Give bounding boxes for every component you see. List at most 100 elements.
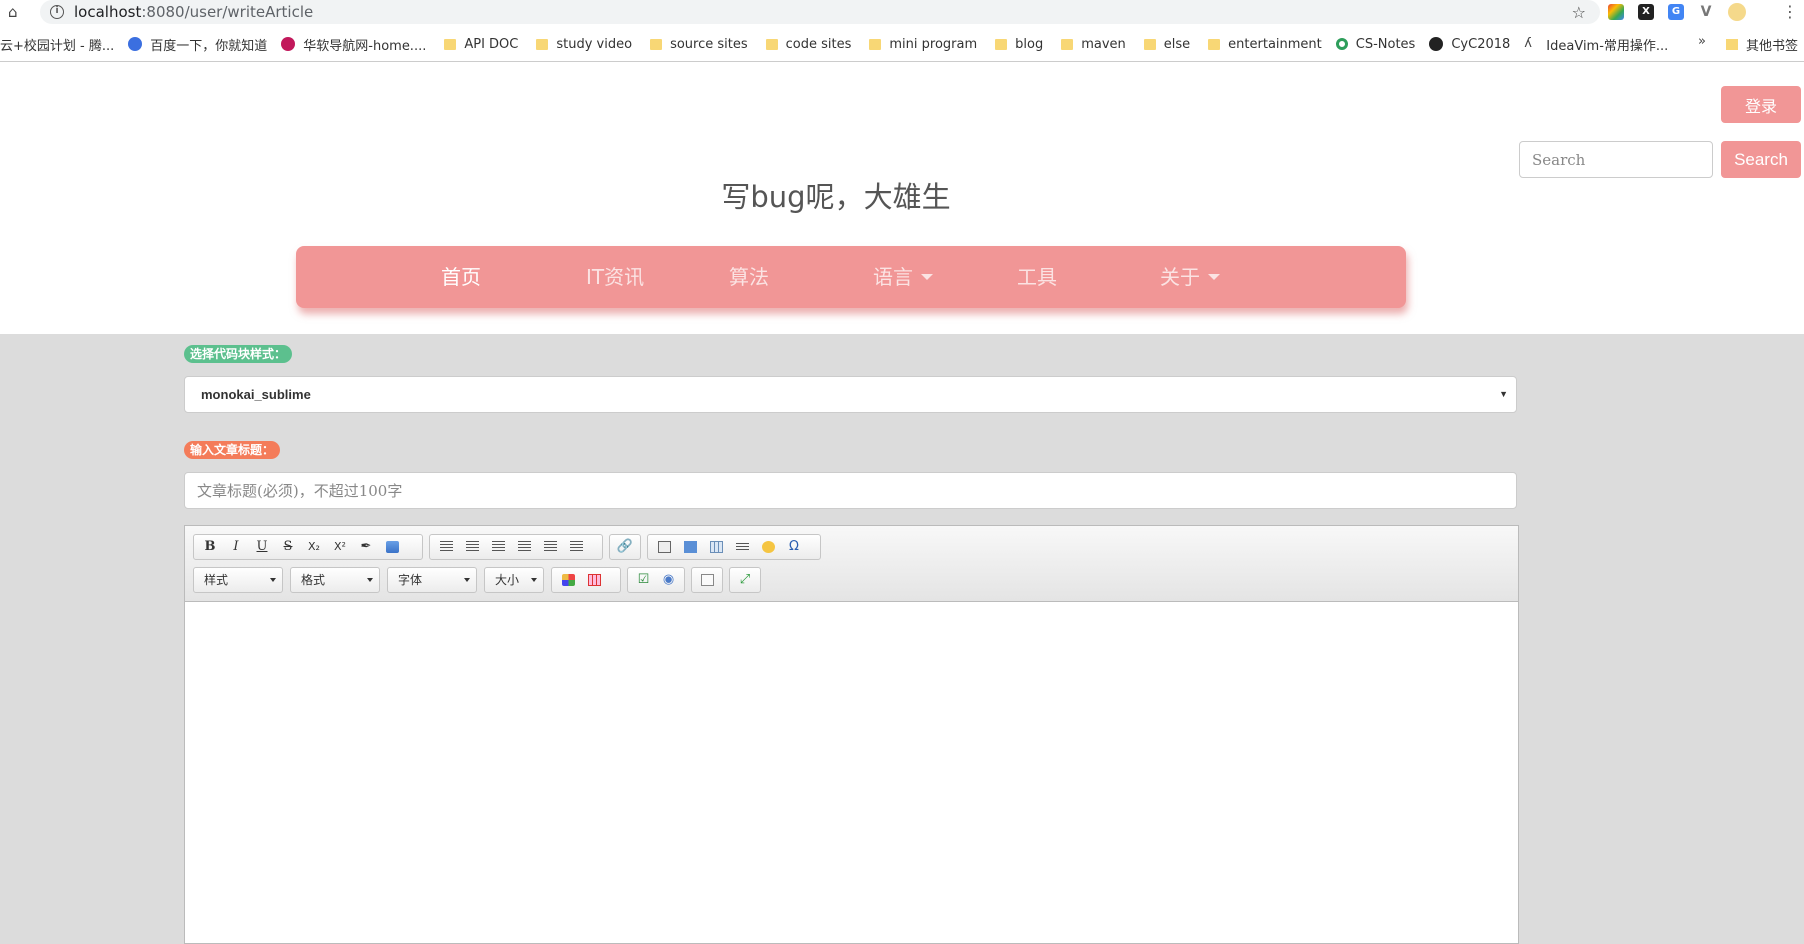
nav-item-algorithm[interactable]: 算法 (729, 246, 769, 308)
table-color-icon[interactable] (581, 569, 607, 591)
align-center-icon[interactable] (511, 536, 537, 558)
form-controls-group: ☑ ◉ (627, 567, 685, 593)
folder-icon (1208, 38, 1221, 50)
rich-text-editor: B I U S X₂ X² ✒ 🔗 Ω 样式 格式 字体 大小 ☑ ◉ ⤢ (184, 525, 1519, 944)
code-block-icon[interactable] (651, 536, 677, 558)
home-icon[interactable]: ⌂ (8, 3, 26, 21)
main-navbar: 首页 IT资讯 算法 语言 工具 关于 (296, 246, 1406, 308)
smiley-icon[interactable] (755, 536, 781, 558)
insert-image-icon[interactable] (379, 536, 405, 558)
bookmark-item[interactable]: 云+校园计划 - 腾... (0, 35, 114, 54)
bookmark-item[interactable]: CyC2018 (1429, 37, 1510, 52)
horizontal-line-icon[interactable] (729, 536, 755, 558)
radio-icon[interactable]: ◉ (656, 569, 681, 591)
align-right-icon[interactable] (537, 536, 563, 558)
table-icon[interactable] (703, 536, 729, 558)
format-painter-icon[interactable]: ✒ (353, 536, 379, 558)
extension-color-icon[interactable] (1608, 4, 1624, 20)
folder-icon (765, 38, 778, 50)
underline-button[interactable]: U (249, 536, 275, 558)
folder-icon (1061, 38, 1074, 50)
code-style-select[interactable]: monokai_sublime ▼ (184, 376, 1517, 413)
folder-icon (444, 38, 457, 50)
cs-notes-icon (1335, 38, 1348, 50)
extension-icons: X G V (1608, 3, 1746, 21)
folder-icon (1143, 38, 1156, 50)
url-field[interactable]: i localhost:8080/user/writeArticle ☆ (40, 0, 1600, 24)
ideavim-icon: ʎ (1524, 36, 1532, 51)
link-group: 🔗 (609, 534, 641, 560)
bookmark-item[interactable]: CS-Notes (1335, 37, 1415, 52)
article-title-input[interactable] (184, 472, 1517, 509)
extension-x-icon[interactable]: X (1638, 4, 1654, 20)
text-color-icon[interactable] (555, 569, 581, 591)
bold-button[interactable]: B (197, 536, 223, 558)
search-button[interactable]: Search (1721, 141, 1801, 178)
size-combo[interactable]: 大小 (484, 567, 544, 593)
avatar[interactable] (1728, 3, 1746, 21)
code-style-label: 选择代码块样式： (184, 345, 293, 363)
insert-group: Ω (647, 534, 821, 560)
baidu-icon (128, 37, 143, 51)
dropdown-arrow-icon (270, 578, 276, 582)
nav-item-home[interactable]: 首页 (441, 246, 481, 308)
bookmark-item[interactable]: 华软导航网-home.... (281, 35, 426, 54)
dropdown-arrow-icon (367, 578, 373, 582)
write-article-form: 选择代码块样式： monokai_sublime ▼ 输入文章标题： B I U… (0, 334, 1804, 944)
github-icon (1429, 37, 1444, 51)
strike-button[interactable]: S (275, 536, 301, 558)
maximize-group: ⤢ (729, 567, 761, 593)
bookmark-folder[interactable]: maven (1057, 37, 1126, 52)
italic-button[interactable]: I (223, 536, 249, 558)
nav-item-tools[interactable]: 工具 (1017, 246, 1057, 308)
editor-content-area[interactable] (185, 602, 1518, 943)
insert-media-icon[interactable] (677, 536, 703, 558)
site-title: 写bug呢，大雄生 (721, 180, 951, 214)
align-left-icon[interactable] (485, 536, 511, 558)
style-combo[interactable]: 样式 (193, 567, 283, 593)
maximize-icon[interactable]: ⤢ (733, 569, 757, 591)
bookmark-star-icon[interactable]: ☆ (1572, 3, 1586, 22)
dropdown-arrow-icon (464, 578, 470, 582)
browser-menu-icon[interactable]: ⋮ (1782, 2, 1798, 21)
bookmark-item[interactable]: 百度一下，你就知道 (128, 35, 267, 54)
caret-down-icon (921, 273, 933, 280)
nav-item-about[interactable]: 关于 (1160, 246, 1220, 308)
preview-group (691, 567, 723, 593)
subscript-button[interactable]: X₂ (301, 536, 327, 558)
link-icon[interactable]: 🔗 (613, 536, 637, 558)
nav-item-it-news[interactable]: IT资讯 (586, 246, 644, 308)
font-combo[interactable]: 字体 (387, 567, 477, 593)
format-combo[interactable]: 格式 (290, 567, 380, 593)
select-arrow-icon: ▼ (1499, 389, 1508, 399)
bulleted-list-icon[interactable] (459, 536, 485, 558)
bookmark-folder[interactable]: else (1140, 37, 1190, 52)
chrome-divider (0, 61, 1804, 62)
bookmark-folder[interactable]: API DOC (440, 37, 518, 52)
special-char-button[interactable]: Ω (781, 536, 807, 558)
superscript-button[interactable]: X² (327, 536, 353, 558)
login-button[interactable]: 登录 (1721, 86, 1801, 123)
basic-styles-group: B I U S X₂ X² ✒ (193, 534, 423, 560)
bookmark-folder[interactable]: code sites (762, 37, 851, 52)
bookmark-folder[interactable]: mini program (865, 37, 977, 52)
bookmarks-overflow-button[interactable]: » (1698, 34, 1706, 49)
bookmark-folder[interactable]: source sites (646, 37, 748, 52)
bookmark-folder[interactable]: blog (991, 37, 1043, 52)
nav-item-language[interactable]: 语言 (873, 246, 933, 308)
bookmark-folder[interactable]: entertainment (1204, 37, 1322, 52)
folder-icon (1726, 38, 1738, 50)
dropdown-arrow-icon (531, 578, 537, 582)
bookmark-folder[interactable]: study video (532, 37, 632, 52)
bookmark-item[interactable]: ʎ IdeaVim-常用操作... (1524, 35, 1668, 54)
align-justify-icon[interactable] (563, 536, 589, 558)
search-input[interactable] (1519, 141, 1713, 178)
other-bookmarks[interactable]: 其他书签 (1726, 30, 1798, 58)
checkbox-icon[interactable]: ☑ (631, 569, 656, 591)
site-info-icon[interactable]: i (50, 5, 64, 19)
preview-icon[interactable] (695, 569, 719, 591)
editor-toolbar: B I U S X₂ X² ✒ 🔗 Ω 样式 格式 字体 大小 ☑ ◉ ⤢ (185, 526, 1518, 602)
vimium-icon[interactable]: V (1698, 4, 1714, 20)
translate-icon[interactable]: G (1668, 4, 1684, 20)
numbered-list-icon[interactable] (433, 536, 459, 558)
